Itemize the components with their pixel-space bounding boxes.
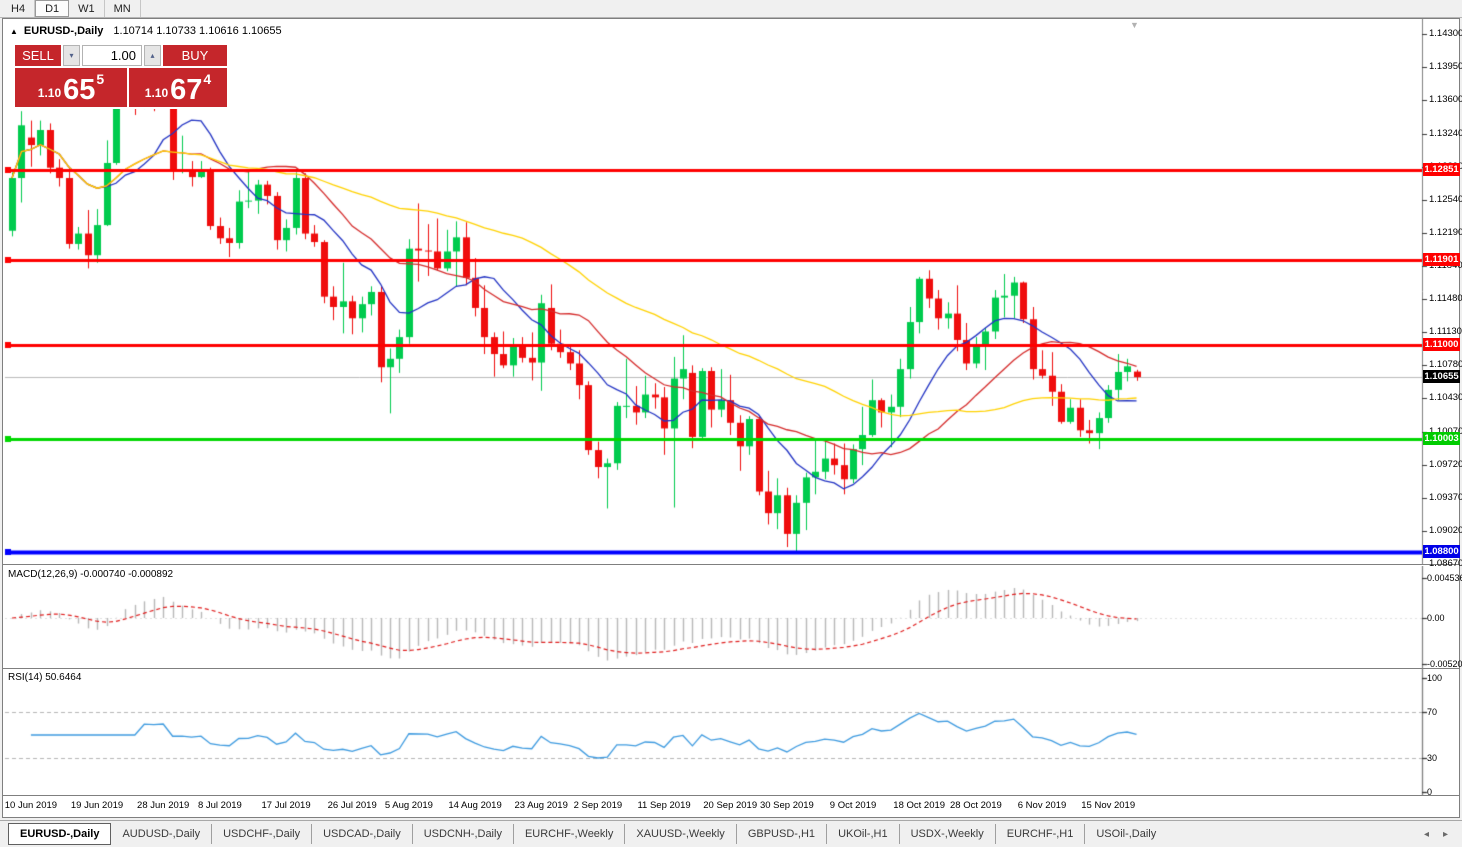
price-axis-tick: 1.12190 [1429, 227, 1462, 238]
sell-button[interactable]: SELL [15, 45, 61, 66]
tab-eurusd-daily[interactable]: EURUSD-,Daily [8, 823, 111, 845]
buy-button[interactable]: BUY [163, 45, 227, 66]
volume-increase-button[interactable]: ▴ [144, 45, 161, 66]
date-axis-label: 26 Jul 2019 [328, 800, 377, 811]
chart-title: ▲ EURUSD-,Daily 1.10714 1.10733 1.10616 … [10, 25, 282, 37]
buy-price-button[interactable]: 1.10 67 4 [129, 68, 227, 107]
date-axis-label: 2 Sep 2019 [574, 800, 623, 811]
date-axis-label: 9 Oct 2019 [830, 800, 876, 811]
date-axis-label: 11 Sep 2019 [637, 800, 690, 811]
buy-price-big: 67 [170, 77, 202, 104]
chart-ohlc-values: 1.10714 1.10733 1.10616 1.10655 [113, 25, 281, 37]
price-axis-tick: 1.10780 [1429, 359, 1462, 370]
chart-window: ▲ EURUSD-,Daily 1.10714 1.10733 1.10616 … [2, 18, 1460, 818]
date-axis-label: 10 Jun 2019 [5, 800, 57, 811]
sell-price-sup: 5 [96, 71, 104, 87]
date-axis-label: 8 Jul 2019 [198, 800, 242, 811]
tab-ukoil-h1[interactable]: UKOil-,H1 [826, 824, 899, 844]
tab-audusd-daily[interactable]: AUDUSD-,Daily [111, 824, 211, 844]
date-axis-label: 20 Sep 2019 [703, 800, 757, 811]
date-axis-label: 5 Aug 2019 [385, 800, 433, 811]
tab-eurchf-weekly[interactable]: EURCHF-,Weekly [513, 824, 624, 844]
price-axis-tick: 1.13240 [1429, 128, 1462, 139]
price-axis-tick: 1.12540 [1429, 194, 1462, 205]
price-axis-tick: 1.13600 [1429, 94, 1462, 105]
trade-widget: SELL ▾ 1.00 ▴ BUY 1.10 65 5 1.10 67 4 [13, 43, 229, 109]
price-axis-tick: 1.10430 [1429, 392, 1462, 403]
timeframe-button-w1[interactable]: W1 [69, 0, 105, 17]
macd-axis-tick: 0.004536 [1427, 573, 1462, 583]
price-level-label: 1.10003 [1423, 432, 1460, 445]
sell-price-button[interactable]: 1.10 65 5 [15, 68, 127, 107]
price-axis-tick: 1.09020 [1429, 525, 1462, 536]
tab-scroll-right-icon[interactable]: ▸ [1443, 829, 1448, 840]
rsi-label: RSI(14) 50.6464 [8, 672, 81, 683]
date-axis[interactable]: 10 Jun 2019 19 Jun 2019 28 Jun 2019 8 Jul 2… [3, 796, 1459, 817]
price-axis-tick: 1.13950 [1429, 61, 1462, 72]
date-axis-label: 28 Jun 2019 [137, 800, 189, 811]
tab-usdcad-daily[interactable]: USDCAD-,Daily [311, 824, 412, 844]
price-axis-tick: 1.11480 [1429, 293, 1462, 304]
rsi-axis-tick: 0 [1427, 787, 1432, 797]
timeframe-button-h4[interactable]: H4 [2, 0, 35, 17]
price-level-label: 1.11901 [1423, 253, 1460, 266]
price-axis-tick: 1.09720 [1429, 459, 1462, 470]
chart-symbol-label: EURUSD-,Daily [24, 25, 103, 37]
volume-input[interactable]: 1.00 [82, 45, 142, 66]
macd-axis-tick: 0.00 [1427, 613, 1445, 623]
date-axis-label: 15 Nov 2019 [1081, 800, 1135, 811]
tab-scroll-nav: ◂▸ [1424, 829, 1454, 840]
rsi-axis-tick: 100 [1427, 673, 1442, 683]
macd-chart-canvas[interactable] [3, 566, 1459, 668]
date-axis-label: 14 Aug 2019 [448, 800, 501, 811]
sell-price-big: 65 [63, 77, 95, 104]
price-level-label: 1.12851 [1423, 163, 1460, 176]
price-level-label: 1.11000 [1423, 338, 1460, 351]
tab-usdchf-daily[interactable]: USDCHF-,Daily [211, 824, 311, 844]
date-axis-label: 17 Jul 2019 [261, 800, 310, 811]
tab-scroll-left-icon[interactable]: ◂ [1424, 829, 1429, 840]
price-axis-tick: 1.11130 [1429, 326, 1462, 337]
current-price-label: 1.10655 [1423, 370, 1460, 383]
main-price-pane: ▲ EURUSD-,Daily 1.10714 1.10733 1.10616 … [3, 19, 1459, 565]
price-axis-tick: 1.14300 [1429, 28, 1462, 39]
date-axis-label: 23 Aug 2019 [515, 800, 568, 811]
macd-pane: MACD(12,26,9) -0.000740 -0.000892 0.0045… [3, 566, 1459, 669]
timeframe-button-d1[interactable]: D1 [35, 0, 69, 17]
volume-decrease-button[interactable]: ▾ [63, 45, 80, 66]
date-axis-label: 19 Jun 2019 [71, 800, 123, 811]
timeframe-toolbar: H4D1W1MN [0, 0, 1462, 18]
rsi-chart-canvas[interactable] [3, 669, 1459, 795]
buy-price-sup: 4 [203, 71, 211, 87]
symbol-marker-icon: ▲ [10, 27, 18, 36]
scroll-to-end-icon: ▼ [1130, 20, 1139, 30]
tab-usdx-weekly[interactable]: USDX-,Weekly [899, 824, 995, 844]
date-axis-label: 30 Sep 2019 [760, 800, 814, 811]
sell-price-base: 1.10 [38, 86, 61, 100]
tab-xauusd-weekly[interactable]: XAUUSD-,Weekly [624, 824, 735, 844]
rsi-pane: RSI(14) 50.6464 100 70 30 0 [3, 669, 1459, 796]
buy-price-base: 1.10 [145, 86, 168, 100]
date-axis-label: 6 Nov 2019 [1018, 800, 1067, 811]
macd-axis-tick: -0.005205 [1427, 659, 1462, 669]
macd-label: MACD(12,26,9) -0.000740 -0.000892 [8, 569, 173, 580]
date-axis-label: 28 Oct 2019 [950, 800, 1002, 811]
price-level-label: 1.08800 [1423, 545, 1460, 558]
symbol-tab-bar: EURUSD-,DailyAUDUSD-,DailyUSDCHF-,DailyU… [0, 820, 1462, 847]
tab-usoil-daily[interactable]: USOil-,Daily [1084, 824, 1167, 844]
rsi-axis-tick: 70 [1427, 707, 1437, 717]
date-axis-label: 18 Oct 2019 [893, 800, 945, 811]
timeframe-button-mn[interactable]: MN [105, 0, 141, 17]
tab-usdcnh-daily[interactable]: USDCNH-,Daily [412, 824, 513, 844]
tab-eurchf-h1[interactable]: EURCHF-,H1 [995, 824, 1085, 844]
tab-gbpusd-h1[interactable]: GBPUSD-,H1 [736, 824, 826, 844]
price-axis-tick: 1.09370 [1429, 492, 1462, 503]
price-axis-tick: 1.08670 [1429, 558, 1462, 569]
rsi-axis-tick: 30 [1427, 753, 1437, 763]
